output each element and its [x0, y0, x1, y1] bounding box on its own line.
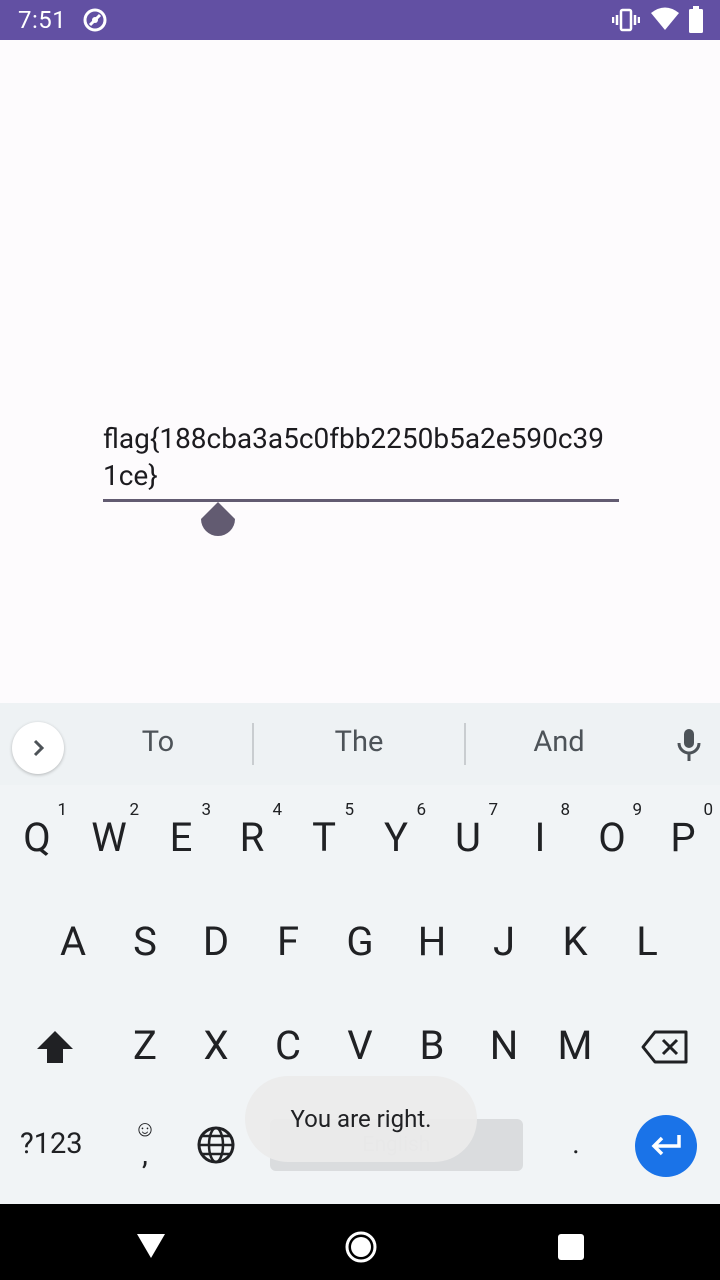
battery-icon	[688, 6, 704, 38]
key-hint: 4	[272, 800, 282, 820]
flag-input[interactable]: flag{188cba3a5c0fbb2250b5a2e590c391ce}	[103, 420, 619, 502]
status-bar: 7:51	[0, 0, 720, 40]
key-hint: 0	[703, 800, 713, 820]
key-y[interactable]: Y6	[366, 800, 426, 861]
flag-input-text[interactable]: flag{188cba3a5c0fbb2250b5a2e590c391ce}	[103, 420, 619, 500]
key-hint: 8	[560, 800, 570, 820]
key-hint: 6	[416, 800, 426, 820]
key-hint: 1	[57, 800, 67, 820]
key-j[interactable]: J	[474, 918, 534, 965]
suggestion-bar: To The And	[0, 703, 720, 785]
key-u[interactable]: U7	[438, 800, 498, 861]
backspace-icon[interactable]	[641, 1030, 689, 1068]
suggestion-1[interactable]: To	[118, 725, 198, 759]
key-f[interactable]: F	[258, 918, 318, 965]
key-i[interactable]: I8	[510, 800, 570, 861]
key-n[interactable]: N	[474, 1022, 534, 1069]
text-cursor-handle[interactable]	[200, 502, 236, 538]
toast-message: You are right.	[245, 1076, 477, 1162]
input-underline	[103, 499, 619, 502]
navigation-bar	[0, 1204, 720, 1280]
key-m[interactable]: M	[545, 1022, 605, 1069]
comma-label: ,	[142, 1137, 148, 1172]
emoji-comma-key[interactable]: ☺ ,	[128, 1118, 162, 1172]
key-z[interactable]: Z	[115, 1022, 175, 1069]
key-t[interactable]: T5	[294, 800, 354, 861]
wifi-icon	[650, 6, 680, 36]
key-q[interactable]: Q1	[7, 800, 67, 861]
key-a[interactable]: A	[43, 918, 103, 965]
key-s[interactable]: S	[115, 918, 175, 965]
key-w[interactable]: W2	[79, 800, 139, 861]
notification-icon	[82, 7, 108, 37]
key-hint: 9	[632, 800, 642, 820]
key-g[interactable]: G	[330, 918, 390, 965]
key-b[interactable]: B	[402, 1022, 462, 1069]
key-hint: 2	[129, 800, 139, 820]
key-e[interactable]: E3	[151, 800, 211, 861]
status-time: 7:51	[18, 6, 67, 34]
keyboard-menu-button[interactable]	[12, 722, 64, 774]
key-c[interactable]: C	[258, 1022, 318, 1069]
chevron-right-icon	[33, 739, 45, 757]
key-d[interactable]: D	[186, 918, 246, 965]
vibrate-icon	[611, 7, 641, 37]
suggestion-3[interactable]: And	[509, 725, 609, 759]
home-icon[interactable]	[344, 1230, 378, 1268]
key-v[interactable]: V	[330, 1022, 390, 1069]
recents-icon[interactable]	[557, 1233, 585, 1265]
mic-icon[interactable]	[676, 728, 702, 766]
key-k[interactable]: K	[545, 918, 605, 965]
key-o[interactable]: O9	[582, 800, 642, 861]
key-hint: 7	[488, 800, 498, 820]
key-hint: 5	[344, 800, 354, 820]
shift-icon[interactable]	[36, 1030, 74, 1068]
suggestion-2[interactable]: The	[309, 725, 409, 759]
enter-icon	[651, 1135, 681, 1156]
symbols-key[interactable]: ?123	[20, 1127, 83, 1161]
key-p[interactable]: P0	[653, 800, 713, 861]
suggestion-divider	[252, 723, 254, 765]
key-x[interactable]: X	[186, 1022, 246, 1069]
enter-button[interactable]	[635, 1115, 697, 1177]
suggestion-divider	[464, 723, 466, 765]
key-r[interactable]: R4	[222, 800, 282, 861]
key-hint: 3	[201, 800, 211, 820]
back-icon[interactable]	[135, 1232, 167, 1264]
period-key[interactable]: .	[566, 1127, 586, 1160]
key-h[interactable]: H	[402, 918, 462, 965]
globe-icon[interactable]	[197, 1126, 235, 1168]
key-l[interactable]: L	[617, 918, 677, 965]
